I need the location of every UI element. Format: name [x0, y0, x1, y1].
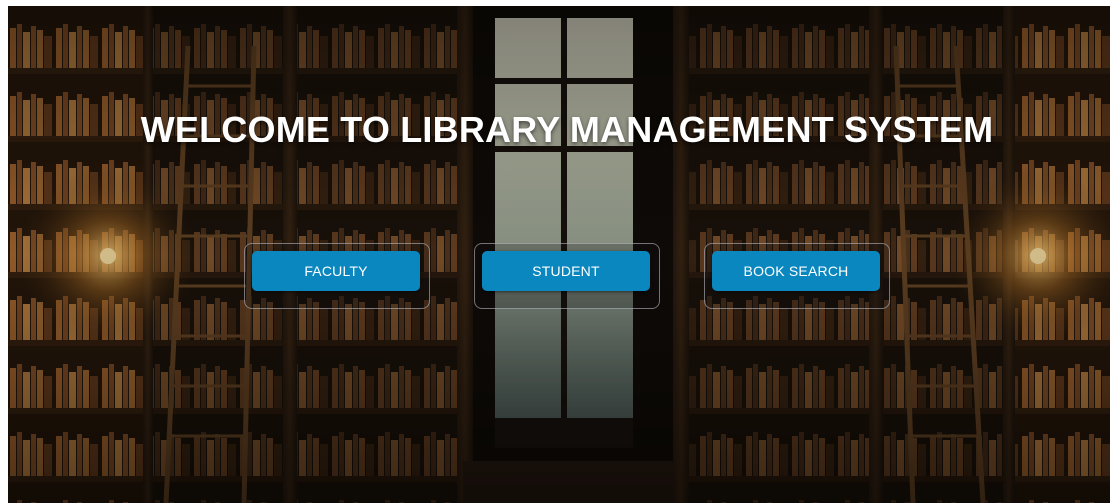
book-search-button-frame: BOOK SEARCH — [704, 243, 890, 309]
student-button[interactable]: STUDENT — [482, 251, 650, 291]
hero-section: WELCOME TO LIBRARY MANAGEMENT SYSTEM FAC… — [8, 6, 1110, 503]
faculty-button[interactable]: FACULTY — [252, 251, 420, 291]
book-search-button[interactable]: BOOK SEARCH — [712, 251, 880, 291]
student-button-frame: STUDENT — [474, 243, 660, 309]
page-title: WELCOME TO LIBRARY MANAGEMENT SYSTEM — [140, 109, 994, 150]
faculty-button-frame: FACULTY — [244, 243, 430, 309]
